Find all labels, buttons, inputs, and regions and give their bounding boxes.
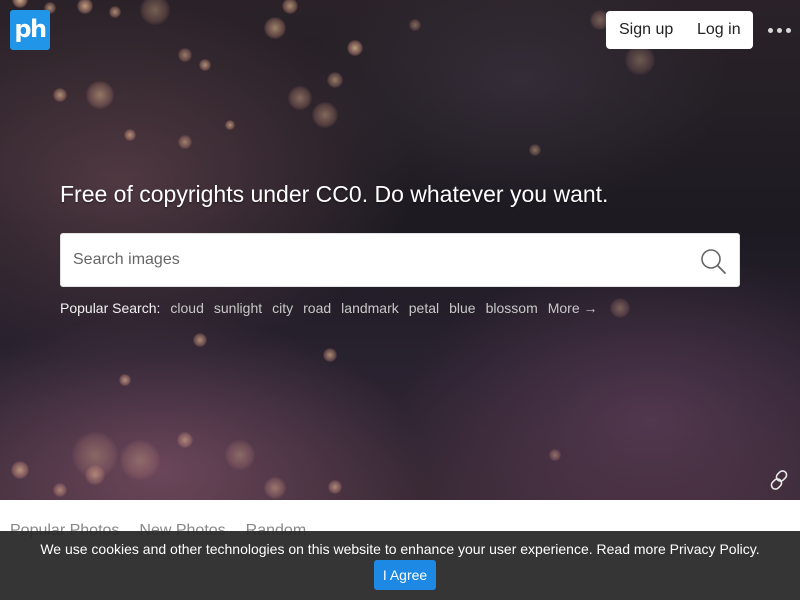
- popular-tag[interactable]: cloud: [170, 300, 203, 316]
- auth-box: Sign up Log in: [606, 11, 753, 49]
- bokeh-light: [282, 0, 298, 14]
- bokeh-light: [323, 348, 337, 362]
- bokeh-light: [347, 40, 363, 56]
- bokeh-light: [177, 432, 193, 448]
- bokeh-light: [120, 440, 160, 480]
- popular-tag[interactable]: blue: [449, 300, 475, 316]
- search-input[interactable]: [73, 234, 683, 286]
- popular-more-link[interactable]: More →: [548, 300, 598, 316]
- site-logo[interactable]: ph: [10, 10, 50, 50]
- bokeh-light: [328, 480, 342, 494]
- bokeh-light: [625, 45, 655, 75]
- bokeh-light: [140, 0, 170, 25]
- popular-tag[interactable]: city: [272, 300, 293, 316]
- bokeh-light: [72, 432, 118, 478]
- popular-tag[interactable]: petal: [409, 300, 439, 316]
- login-button[interactable]: Log in: [697, 21, 741, 39]
- agree-button[interactable]: I Agree: [374, 560, 436, 590]
- search-icon[interactable]: [699, 247, 727, 275]
- bokeh-light: [53, 88, 67, 102]
- popular-search: Popular Search: cloud sunlight city road…: [60, 300, 598, 316]
- popular-tag[interactable]: road: [303, 300, 331, 316]
- bokeh-light: [124, 129, 136, 141]
- bokeh-light: [225, 440, 255, 470]
- bokeh-light: [85, 465, 105, 485]
- bokeh-light: [529, 144, 541, 156]
- cookie-message: We use cookies and other technologies on…: [40, 541, 760, 557]
- popular-search-label: Popular Search:: [60, 300, 161, 316]
- bokeh-light: [610, 298, 630, 318]
- bokeh-light: [199, 59, 211, 71]
- search-bar: [60, 233, 740, 287]
- bokeh-light: [178, 48, 192, 62]
- bokeh-light: [77, 0, 93, 14]
- bokeh-light: [264, 17, 286, 39]
- signup-button[interactable]: Sign up: [619, 21, 673, 39]
- more-horizontal-icon[interactable]: [768, 28, 791, 33]
- popular-tag[interactable]: blossom: [486, 300, 538, 316]
- bokeh-light: [178, 135, 192, 149]
- cookie-banner: We use cookies and other technologies on…: [0, 531, 800, 600]
- bokeh-light: [53, 483, 67, 497]
- hero-tagline: Free of copyrights under CC0. Do whateve…: [60, 181, 609, 207]
- popular-tag[interactable]: landmark: [341, 300, 399, 316]
- bokeh-light: [193, 333, 207, 347]
- bokeh-light: [327, 72, 343, 88]
- bokeh-light: [225, 120, 235, 130]
- bokeh-light: [109, 6, 121, 18]
- bokeh-light: [409, 19, 421, 31]
- bokeh-light: [11, 461, 29, 479]
- bokeh-light: [312, 102, 338, 128]
- bokeh-light: [549, 449, 561, 461]
- bokeh-light: [288, 86, 312, 110]
- bokeh-light: [264, 477, 286, 499]
- link-icon[interactable]: [767, 468, 791, 492]
- popular-tag[interactable]: sunlight: [214, 300, 262, 316]
- bokeh-light: [86, 81, 114, 109]
- bokeh-light: [12, 0, 28, 8]
- bokeh-light: [119, 374, 131, 386]
